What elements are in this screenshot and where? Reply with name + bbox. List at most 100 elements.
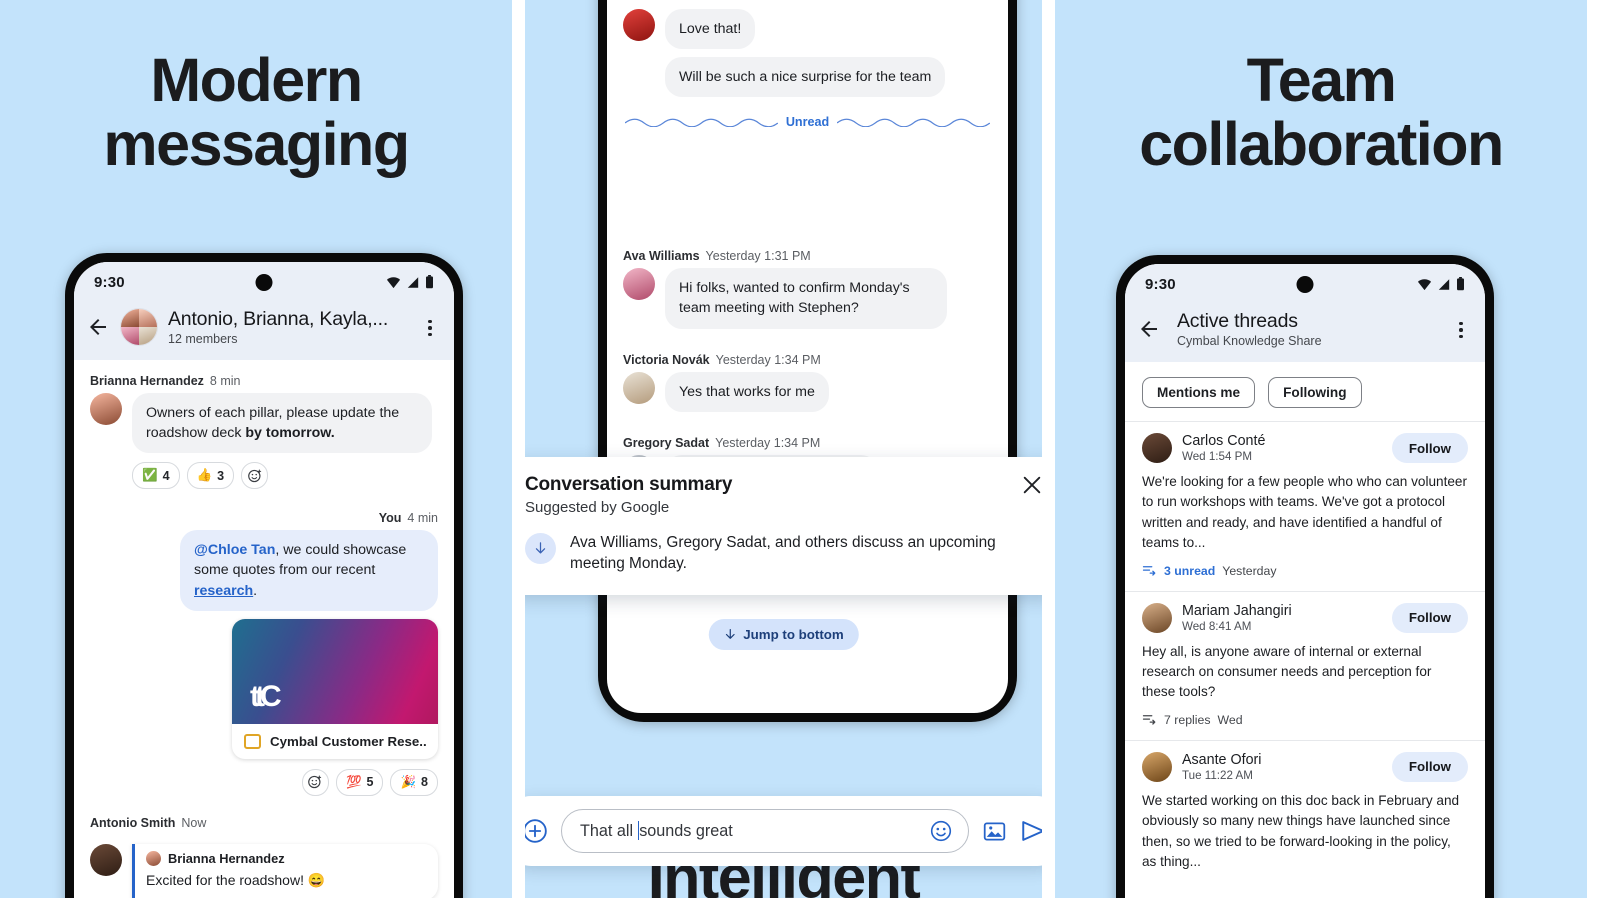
conversation-summary-card: Conversation summary Suggested by Google… — [525, 457, 1042, 595]
follow-button[interactable]: Follow — [1391, 602, 1468, 633]
filter-chip-following[interactable]: Following — [1268, 377, 1362, 408]
message-meta: Gregory Sadat Yesterday 1:34 PM — [623, 436, 992, 450]
message-bubble[interactable]: Yes that works for me — [665, 371, 829, 412]
close-icon[interactable] — [1021, 474, 1042, 496]
reaction-chip[interactable]: ✅ 4 — [132, 462, 180, 490]
message-author: Brianna Hernandez — [90, 374, 204, 388]
filter-chip-mentions-me[interactable]: Mentions me — [1142, 377, 1256, 408]
message-time: Yesterday 1:34 PM — [715, 435, 821, 450]
overflow-menu-icon[interactable] — [420, 318, 440, 337]
overflow-menu-icon[interactable] — [1451, 320, 1471, 339]
quoted-author: Brianna Hernandez — [168, 850, 285, 866]
follow-button[interactable]: Follow — [1391, 751, 1468, 782]
panel-gap — [1042, 0, 1055, 898]
card-title: Cymbal Customer Rese... — [270, 733, 426, 749]
message-list: Brianna Hernandez 8 min Owners of each pi… — [74, 360, 454, 898]
reply-block: Brianna Hernandez Excited for the roadsh… — [90, 843, 438, 898]
jump-to-bottom-label: Jump to bottom — [743, 627, 844, 642]
message-row: Will be such a nice surprise for the tea… — [623, 57, 992, 98]
reaction-emoji: 💯 — [345, 774, 362, 789]
message-bubble[interactable]: Love that! — [665, 9, 756, 50]
thread-item[interactable]: Asante Ofori Tue 11:22 AM Follow We star… — [1125, 739, 1485, 886]
follow-button[interactable]: Follow — [1391, 433, 1468, 463]
wifi-icon — [1417, 278, 1432, 290]
inline-link[interactable]: research — [194, 583, 253, 599]
avatar — [90, 393, 122, 425]
message-input[interactable]: That all sounds great — [561, 809, 969, 853]
send-icon[interactable] — [1020, 818, 1042, 844]
quoted-message[interactable]: Brianna Hernandez Excited for the roadsh… — [132, 843, 438, 898]
app-bar-text: Active threads Cymbal Knowledge Share — [1177, 310, 1441, 348]
replies-icon — [1142, 566, 1156, 576]
reaction-chip[interactable]: 🎉 8 — [390, 768, 438, 796]
thread-author-block: Asante Ofori Tue 11:22 AM — [1182, 752, 1261, 782]
thread-author: Asante Ofori — [1182, 751, 1262, 768]
message-author: Ava Williams — [623, 249, 700, 264]
thread-item[interactable]: Mariam Jahangiri Wed 8:41 AM Follow Hey … — [1125, 590, 1485, 740]
add-reaction-button[interactable] — [301, 768, 329, 796]
app-bar: Antonio, Brianna, Kayla,... 12 members — [74, 302, 454, 360]
message-bubble[interactable]: Owners of each pillar, please update the… — [132, 393, 432, 454]
link-preview-card[interactable]: ttC Cymbal Customer Rese... — [232, 618, 438, 759]
message-meta: Brianna Hernandez 8 min — [90, 374, 438, 388]
status-icons — [1417, 277, 1465, 291]
message-row: Love that! — [623, 9, 992, 50]
thread-time: Wed 8:41 AM — [1182, 619, 1252, 633]
message-bubble[interactable]: Will be such a nice surprise for the tea… — [665, 57, 946, 98]
composer-value-wrap: That all sounds great — [580, 821, 921, 841]
filter-chip-row: Mentions me Following — [1125, 362, 1485, 421]
panel-intelligent: Love that! Will be such a nice surprise … — [525, 0, 1042, 898]
plus-circle-icon[interactable] — [525, 818, 548, 844]
thread-author-block: Carlos Conté Wed 1:54 PM — [1182, 433, 1265, 463]
jump-to-bottom-button[interactable]: Jump to bottom — [708, 619, 859, 650]
reaction-emoji: ✅ — [142, 468, 158, 483]
image-icon[interactable] — [982, 819, 1007, 844]
cymbal-logo-icon: ttC — [250, 679, 282, 713]
avatar — [623, 371, 655, 404]
thread-date: Wed — [1217, 712, 1243, 727]
add-reaction-icon — [247, 469, 261, 482]
message-bubble[interactable]: Hi folks, wanted to confirm Monday's tea… — [665, 268, 947, 329]
self-time: 4 min — [407, 511, 438, 526]
phone-frame-2: Love that! Will be such a nice surprise … — [598, 0, 1017, 722]
reaction-count: 8 — [421, 775, 428, 790]
message-row: Hi folks, wanted to confirm Monday's tea… — [623, 268, 992, 329]
emoji-icon[interactable] — [929, 819, 953, 843]
message-author: Gregory Sadat — [623, 435, 710, 450]
back-arrow-icon[interactable] — [86, 315, 110, 339]
conversation-title: Antonio, Brianna, Kayla,... — [168, 308, 389, 330]
message-row: Yes that works for me — [623, 371, 992, 412]
reply-meta: Antonio Smith Now Brianna Hernandez Excit… — [90, 816, 438, 898]
status-time: 9:30 — [1145, 275, 1176, 293]
message-time: Yesterday 1:31 PM — [705, 249, 811, 264]
signal-icon — [1438, 278, 1450, 290]
card-thumbnail: ttC — [232, 618, 438, 724]
thread-header: Mariam Jahangiri Wed 8:41 AM Follow — [1142, 602, 1468, 633]
thread-time: Wed 1:54 PM — [1182, 450, 1253, 463]
thread-item[interactable]: Carlos Conté Wed 1:54 PM Follow We're lo… — [1125, 421, 1485, 591]
avatar — [90, 843, 122, 876]
self-message-text-end: . — [253, 582, 258, 599]
replies-icon — [1142, 715, 1156, 725]
signal-icon — [407, 276, 419, 288]
phone-2-message-top: Love that! Will be such a nice surprise … — [607, 0, 1008, 130]
thread-date: Yesterday — [1222, 563, 1277, 578]
mention-chip[interactable]: @Chloe Tan — [194, 542, 275, 558]
avatar — [1142, 602, 1172, 633]
camera-cutout — [255, 274, 273, 291]
slides-icon — [244, 733, 261, 749]
reaction-chip[interactable]: 💯 5 — [335, 768, 384, 796]
reaction-chip[interactable]: 👍 3 — [186, 462, 235, 490]
self-message-bubble[interactable]: @Chloe Tan, we could showcase some quote… — [180, 530, 438, 611]
app-bar-text: Antonio, Brianna, Kayla,... 12 members — [168, 308, 410, 346]
phone-2-screen: Love that! Will be such a nice surprise … — [607, 0, 1008, 713]
avatar — [1142, 433, 1172, 463]
squiggle-left-icon — [625, 118, 778, 127]
reaction-emoji: 🎉 — [400, 774, 417, 789]
add-reaction-button[interactable] — [241, 462, 269, 490]
self-message-meta: You 4 min — [90, 511, 438, 525]
panel-1-headline: Modern messaging — [0, 0, 512, 176]
back-arrow-icon[interactable] — [1137, 317, 1161, 341]
avatar — [623, 268, 655, 301]
thread-header: Asante Ofori Tue 11:22 AM Follow — [1142, 751, 1468, 782]
